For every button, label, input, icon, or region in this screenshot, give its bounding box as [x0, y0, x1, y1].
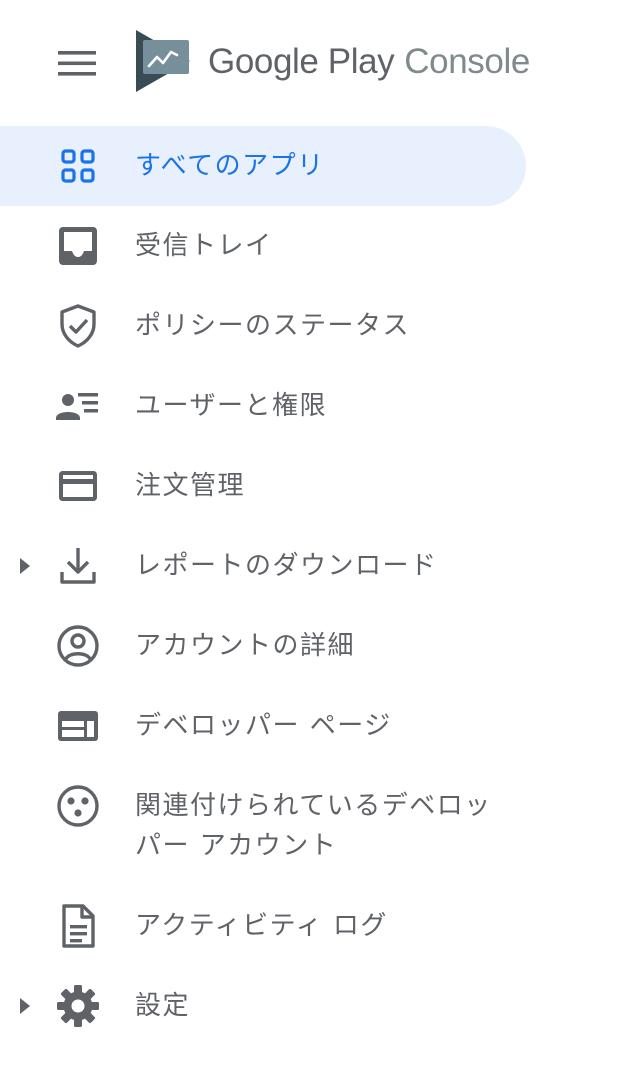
document-icon: [54, 902, 102, 950]
nav-item-settings[interactable]: 設定: [0, 964, 632, 1044]
side-navigation: すべてのアプリ 受信トレイ ポリシーのステータス ユーザーと権限 注文管理 レポ…: [0, 124, 632, 1044]
nav-item-label: ユーザーと権限: [135, 391, 327, 421]
expand-arrow-icon[interactable]: [14, 554, 34, 578]
nav-item-linked-developer-accounts[interactable]: 関連付けられているデベロッパー アカウント: [0, 764, 632, 884]
inbox-icon: [54, 222, 102, 270]
user-list-icon: [54, 382, 102, 430]
nav-item-label: ポリシーのステータス: [135, 311, 411, 341]
app-header: Google Play Console: [0, 0, 632, 124]
credit-card-icon: [54, 462, 102, 510]
nav-item-label: すべてのアプリ: [135, 151, 325, 181]
expand-arrow-icon[interactable]: [14, 994, 34, 1018]
hamburger-menu-icon: [58, 51, 96, 76]
nav-item-label: 受信トレイ: [135, 231, 273, 261]
apps-grid-icon: [54, 142, 102, 190]
nav-item-developer-page[interactable]: デベロッパー ページ: [0, 684, 632, 764]
nav-item-label: レポートのダウンロード: [135, 551, 438, 581]
brand-google-play: Google Play: [208, 42, 395, 81]
nav-item-label: アカウントの詳細: [135, 631, 356, 661]
shield-check-icon: [54, 302, 102, 350]
nav-item-label: アクティビティ ログ: [135, 911, 388, 941]
nav-item-policy-status[interactable]: ポリシーのステータス: [0, 284, 632, 364]
nav-item-inbox[interactable]: 受信トレイ: [0, 204, 632, 284]
nav-item-label: 設定: [135, 991, 191, 1021]
app-brand-title[interactable]: Google Play Console: [208, 40, 530, 84]
nav-item-all-apps[interactable]: すべてのアプリ: [0, 124, 632, 206]
nav-item-users-permissions[interactable]: ユーザーと権限: [0, 364, 632, 444]
linked-accounts-icon: [54, 782, 102, 830]
gear-icon: [54, 982, 102, 1030]
nav-item-activity-log[interactable]: アクティビティ ログ: [0, 884, 632, 964]
brand-console: Console: [404, 42, 530, 81]
nav-item-account-details[interactable]: アカウントの詳細: [0, 604, 632, 684]
nav-item-label: 注文管理: [135, 471, 246, 501]
account-circle-icon: [54, 622, 102, 670]
nav-item-label: 関連付けられているデベロッパー アカウント: [135, 791, 492, 861]
nav-item-download-reports[interactable]: レポートのダウンロード: [0, 524, 632, 604]
main-menu-button[interactable]: [52, 44, 104, 84]
web-page-icon: [54, 702, 102, 750]
download-icon: [54, 542, 102, 590]
nav-item-order-management[interactable]: 注文管理: [0, 444, 632, 524]
nav-item-label: デベロッパー ページ: [135, 711, 392, 741]
play-console-logo-icon: [134, 30, 192, 92]
